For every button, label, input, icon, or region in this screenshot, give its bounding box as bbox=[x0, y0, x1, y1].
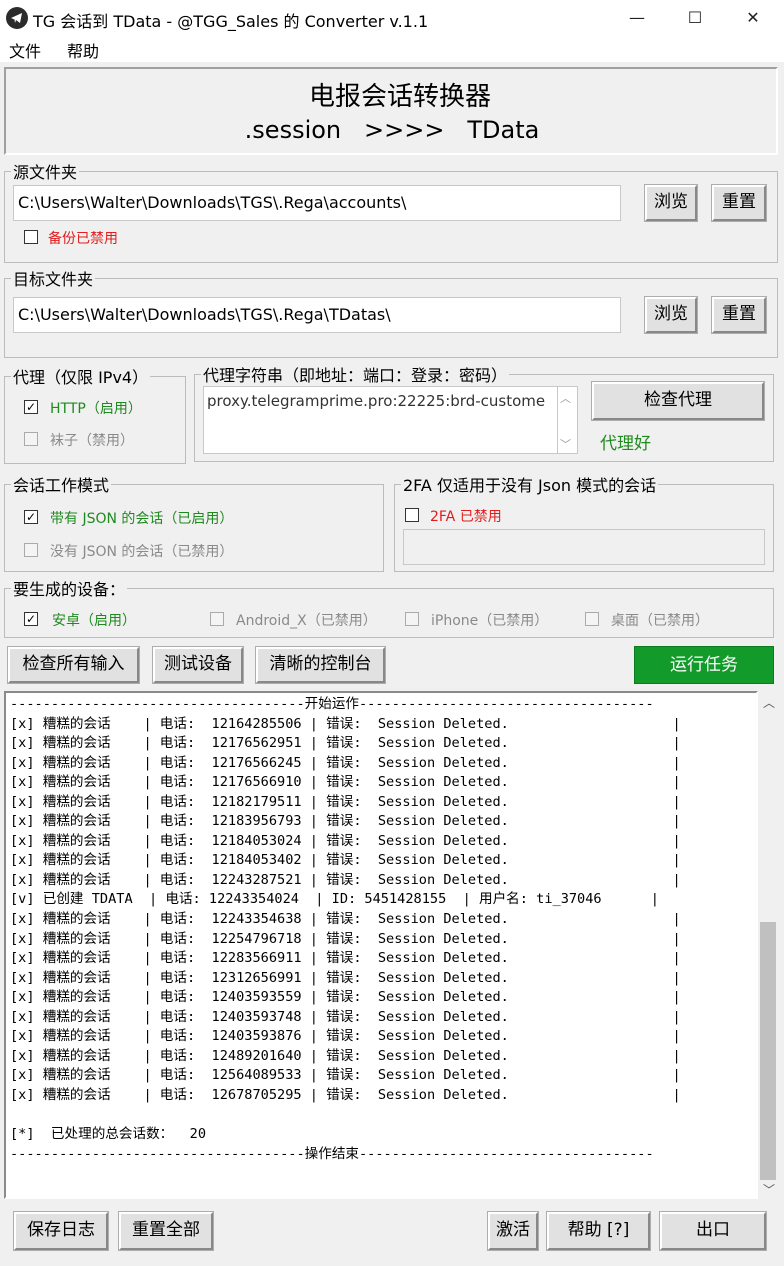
target-path-input[interactable]: C:\Users\Walter\Downloads\TGS\.Rega\TDat… bbox=[13, 297, 621, 333]
target-browse-button[interactable]: 浏览 bbox=[644, 296, 698, 334]
console-output[interactable]: ------------------------------------开始运作… bbox=[4, 691, 758, 1199]
console-line: [*] 已处理的总会话数： 20 bbox=[10, 1126, 207, 1143]
target-folder-legend: 目标文件夹 bbox=[13, 270, 94, 289]
console-line: [x] 糟糕的会话 | 电话: 12176566245 | 错误: Sessio… bbox=[10, 754, 681, 771]
test-device-button[interactable]: 测试设备 bbox=[152, 646, 244, 684]
twofa-input[interactable] bbox=[403, 529, 765, 565]
backup-checkbox[interactable] bbox=[24, 230, 38, 244]
twofa-label: 2FA 已禁用 bbox=[430, 509, 502, 525]
proxy-legend: 代理（仅限 IPv4） bbox=[13, 368, 149, 387]
console-line: [x] 糟糕的会话 | 电话: 12164285506 | 错误: Sessio… bbox=[10, 715, 681, 732]
console-line: [x] 糟糕的会话 | 电话: 12184053024 | 错误: Sessio… bbox=[10, 832, 681, 849]
target-reset-button[interactable]: 重置 bbox=[711, 296, 767, 334]
reset-all-button[interactable]: 重置全部 bbox=[118, 1211, 214, 1251]
without-json-checkbox[interactable] bbox=[24, 543, 38, 557]
proxy-status: 代理好 bbox=[600, 434, 651, 454]
console-line: [x] 糟糕的会话 | 电话: 12243287521 | 错误: Sessio… bbox=[10, 871, 681, 888]
chevron-down-icon[interactable]: ﹀ bbox=[560, 436, 571, 452]
chevron-up-icon[interactable]: ︿ bbox=[560, 390, 571, 406]
scroll-up-icon[interactable]: ︿ bbox=[758, 694, 780, 711]
clear-console-button[interactable]: 清晰的控制台 bbox=[255, 646, 386, 684]
without-json-label: 没有 JSON 的会话（已禁用） bbox=[50, 544, 234, 560]
console-line: [v] 已创建 TDATA | 电话: 12243354024 | ID: 54… bbox=[10, 891, 659, 908]
backup-label: 备份已禁用 bbox=[48, 231, 118, 247]
proxy-string-input[interactable]: proxy.telegramprime.pro:22225:brd-custom… bbox=[203, 386, 558, 454]
http-checkbox[interactable]: ✓ bbox=[24, 400, 38, 414]
console-line: [x] 糟糕的会话 | 电话: 12564089533 | 错误: Sessio… bbox=[10, 1067, 681, 1084]
session-mode-legend: 会话工作模式 bbox=[13, 476, 110, 495]
http-label: HTTP（启用） bbox=[50, 401, 142, 417]
console-line: [x] 糟糕的会话 | 电话: 12312656991 | 错误: Sessio… bbox=[10, 969, 681, 986]
menu-help[interactable]: 帮助 bbox=[67, 38, 99, 62]
console-line: [x] 糟糕的会话 | 电话: 12403593559 | 错误: Sessio… bbox=[10, 989, 681, 1006]
twofa-checkbox[interactable] bbox=[405, 508, 419, 522]
android-x-label: Android_X（已禁用） bbox=[236, 613, 377, 629]
window-title: TG 会话到 TData - @TGG_Sales 的 Converter v.… bbox=[33, 12, 429, 31]
console-line: ------------------------------------开始运作… bbox=[10, 696, 654, 712]
with-json-label: 带有 JSON 的会话（已启用） bbox=[50, 511, 234, 527]
exit-button[interactable]: 出口 bbox=[659, 1211, 767, 1251]
save-log-button[interactable]: 保存日志 bbox=[13, 1211, 109, 1251]
run-task-button[interactable]: 运行任务 bbox=[634, 646, 774, 684]
telegram-app-icon bbox=[6, 7, 28, 29]
console-line: ------------------------------------操作结束… bbox=[10, 1145, 654, 1162]
console-line: [x] 糟糕的会话 | 电话: 12183956793 | 错误: Sessio… bbox=[10, 813, 681, 830]
proxy-string-legend: 代理字符串（即地址：端口：登录：密码） bbox=[203, 366, 508, 385]
scroll-down-icon[interactable]: ﹀ bbox=[758, 1181, 780, 1198]
source-folder-legend: 源文件夹 bbox=[13, 163, 78, 182]
maximize-button[interactable]: ☐ bbox=[666, 0, 724, 36]
check-proxy-button[interactable]: 检查代理 bbox=[591, 381, 765, 421]
source-reset-button[interactable]: 重置 bbox=[711, 184, 767, 222]
help-button[interactable]: 帮助 [?] bbox=[546, 1211, 651, 1251]
android-checkbox[interactable]: ✓ bbox=[24, 612, 38, 626]
console-line: [x] 糟糕的会话 | 电话: 12184053402 | 错误: Sessio… bbox=[10, 852, 681, 869]
activate-button[interactable]: 激活 bbox=[487, 1211, 539, 1251]
source-path-input[interactable]: C:\Users\Walter\Downloads\TGS\.Rega\acco… bbox=[13, 185, 621, 221]
console-line: [x] 糟糕的会话 | 电话: 12176562951 | 错误: Sessio… bbox=[10, 735, 681, 752]
socks-checkbox[interactable] bbox=[24, 432, 38, 446]
console-line: [x] 糟糕的会话 | 电话: 12489201640 | 错误: Sessio… bbox=[10, 1047, 681, 1064]
desktop-checkbox[interactable] bbox=[585, 612, 599, 626]
socks-label: 袜子（禁用） bbox=[50, 433, 134, 449]
source-browse-button[interactable]: 浏览 bbox=[644, 184, 698, 222]
console-line: [x] 糟糕的会话 | 电话: 12283566911 | 错误: Sessio… bbox=[10, 950, 681, 967]
android-label: 安卓（启用） bbox=[52, 613, 136, 629]
console-line: [x] 糟糕的会话 | 电话: 12176566910 | 错误: Sessio… bbox=[10, 774, 681, 791]
minimize-button[interactable]: — bbox=[608, 0, 666, 36]
twofa-legend: 2FA 仅适用于没有 Json 模式的会话 bbox=[403, 476, 657, 495]
conversion-direction: .session >>>> TData bbox=[244, 116, 540, 144]
console-line: [x] 糟糕的会话 | 电话: 12403593748 | 错误: Sessio… bbox=[10, 1008, 681, 1025]
console-line: [x] 糟糕的会话 | 电话: 12403593876 | 错误: Sessio… bbox=[10, 1028, 681, 1045]
desktop-label: 桌面（已禁用） bbox=[611, 613, 709, 629]
console-line: [x] 糟糕的会话 | 电话: 12678705295 | 错误: Sessio… bbox=[10, 1086, 681, 1103]
devices-legend: 要生成的设备： bbox=[13, 580, 126, 599]
menu-file[interactable]: 文件 bbox=[9, 38, 41, 62]
android-x-checkbox[interactable] bbox=[210, 612, 224, 626]
console-line: [x] 糟糕的会话 | 电话: 12182179511 | 错误: Sessio… bbox=[10, 793, 681, 810]
scrollbar-thumb[interactable] bbox=[760, 922, 776, 1180]
close-button[interactable]: ✕ bbox=[724, 0, 782, 36]
console-text: ------------------------------------开始运作… bbox=[6, 693, 756, 1166]
console-line: [x] 糟糕的会话 | 电话: 12243354638 | 错误: Sessio… bbox=[10, 911, 681, 928]
app-heading: 电报会话转换器 bbox=[308, 82, 491, 112]
menu-bar bbox=[0, 36, 784, 62]
console-line: [x] 糟糕的会话 | 电话: 12254796718 | 错误: Sessio… bbox=[10, 930, 681, 947]
with-json-checkbox[interactable]: ✓ bbox=[24, 510, 38, 524]
iphone-label: iPhone（已禁用） bbox=[431, 613, 549, 629]
check-inputs-button[interactable]: 检查所有输入 bbox=[7, 646, 140, 684]
iphone-checkbox[interactable] bbox=[405, 612, 419, 626]
